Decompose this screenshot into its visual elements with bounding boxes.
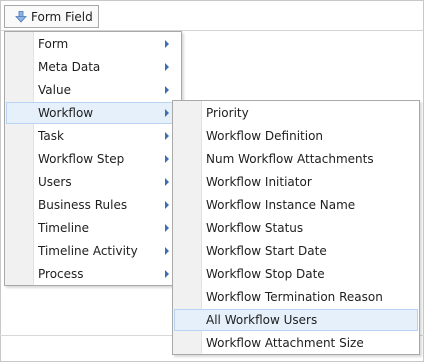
- menu-item-label: Num Workflow Attachments: [206, 152, 374, 166]
- menu-item-label: Workflow Initiator: [206, 175, 312, 189]
- menu-item-label: Workflow Instance Name: [206, 198, 356, 212]
- menu-item-label: Workflow Step: [38, 152, 125, 166]
- submenu-arrow-icon: [165, 224, 169, 232]
- submenu-arrow-icon: [165, 201, 169, 209]
- menu-item-label: Timeline: [38, 221, 90, 235]
- submenu-arrow-icon: [165, 40, 169, 48]
- menu-item-label: Workflow Termination Reason: [206, 290, 383, 304]
- menu-item-label: Form: [38, 37, 69, 51]
- menu-item-label: Priority: [206, 106, 249, 120]
- menu-item-workflow-step[interactable]: Workflow Step: [6, 148, 180, 170]
- submenu-arrow-icon: [165, 155, 169, 163]
- submenu-arrow-icon: [165, 109, 169, 117]
- menu-item-timeline-activity[interactable]: Timeline Activity: [6, 240, 180, 262]
- submenu-arrow-icon: [165, 247, 169, 255]
- submenu-item-workflow-status[interactable]: Workflow Status: [174, 217, 418, 239]
- menu-item-label: Meta Data: [38, 60, 101, 74]
- submenu-item-workflow-instance-name[interactable]: Workflow Instance Name: [174, 194, 418, 216]
- workflow-submenu: Priority Workflow Definition Num Workflo…: [172, 100, 420, 355]
- submenu-item-workflow-start-date[interactable]: Workflow Start Date: [174, 240, 418, 262]
- form-field-button-label: Form Field: [31, 9, 93, 24]
- menu-item-label: Workflow: [38, 106, 94, 120]
- submenu-item-all-workflow-users[interactable]: All Workflow Users: [174, 309, 418, 331]
- submenu-arrow-icon: [165, 178, 169, 186]
- menu-item-label: Process: [38, 267, 84, 281]
- menu-item-business-rules[interactable]: Business Rules: [6, 194, 180, 216]
- menu-item-label: Task: [38, 129, 64, 143]
- down-arrow-icon: [15, 10, 27, 23]
- submenu-item-priority[interactable]: Priority: [174, 102, 418, 124]
- field-category-menu: Form Meta Data Value Workflow Task Workf…: [4, 31, 182, 286]
- menu-item-form[interactable]: Form: [6, 33, 180, 55]
- menu-item-label: Workflow Definition: [206, 129, 324, 143]
- menu-item-timeline[interactable]: Timeline: [6, 217, 180, 239]
- menu-item-label: Workflow Start Date: [206, 244, 327, 258]
- submenu-arrow-icon: [165, 270, 169, 278]
- menu-item-meta-data[interactable]: Meta Data: [6, 56, 180, 78]
- menu-item-label: All Workflow Users: [206, 313, 318, 327]
- menu-item-value[interactable]: Value: [6, 79, 180, 101]
- submenu-arrow-icon: [165, 86, 169, 94]
- menu-item-label: Timeline Activity: [38, 244, 138, 258]
- submenu-arrow-icon: [165, 63, 169, 71]
- menu-item-users[interactable]: Users: [6, 171, 180, 193]
- menu-item-label: Workflow Stop Date: [206, 267, 325, 281]
- menu-item-label: Users: [38, 175, 72, 189]
- menu-item-workflow[interactable]: Workflow: [6, 102, 180, 124]
- form-field-button[interactable]: Form Field: [4, 5, 99, 28]
- menu-item-task[interactable]: Task: [6, 125, 180, 147]
- submenu-item-workflow-attachment-size[interactable]: Workflow Attachment Size: [174, 332, 418, 354]
- submenu-item-workflow-stop-date[interactable]: Workflow Stop Date: [174, 263, 418, 285]
- menu-item-process[interactable]: Process: [6, 263, 180, 285]
- submenu-item-workflow-termination-reason[interactable]: Workflow Termination Reason: [174, 286, 418, 308]
- menu-item-label: Value: [38, 83, 71, 97]
- menu-item-label: Workflow Attachment Size: [206, 336, 364, 350]
- menu-item-label: Business Rules: [38, 198, 128, 212]
- submenu-arrow-icon: [165, 132, 169, 140]
- submenu-item-num-workflow-attachments[interactable]: Num Workflow Attachments: [174, 148, 418, 170]
- submenu-item-workflow-definition[interactable]: Workflow Definition: [174, 125, 418, 147]
- submenu-item-workflow-initiator[interactable]: Workflow Initiator: [174, 171, 418, 193]
- menu-item-label: Workflow Status: [206, 221, 304, 235]
